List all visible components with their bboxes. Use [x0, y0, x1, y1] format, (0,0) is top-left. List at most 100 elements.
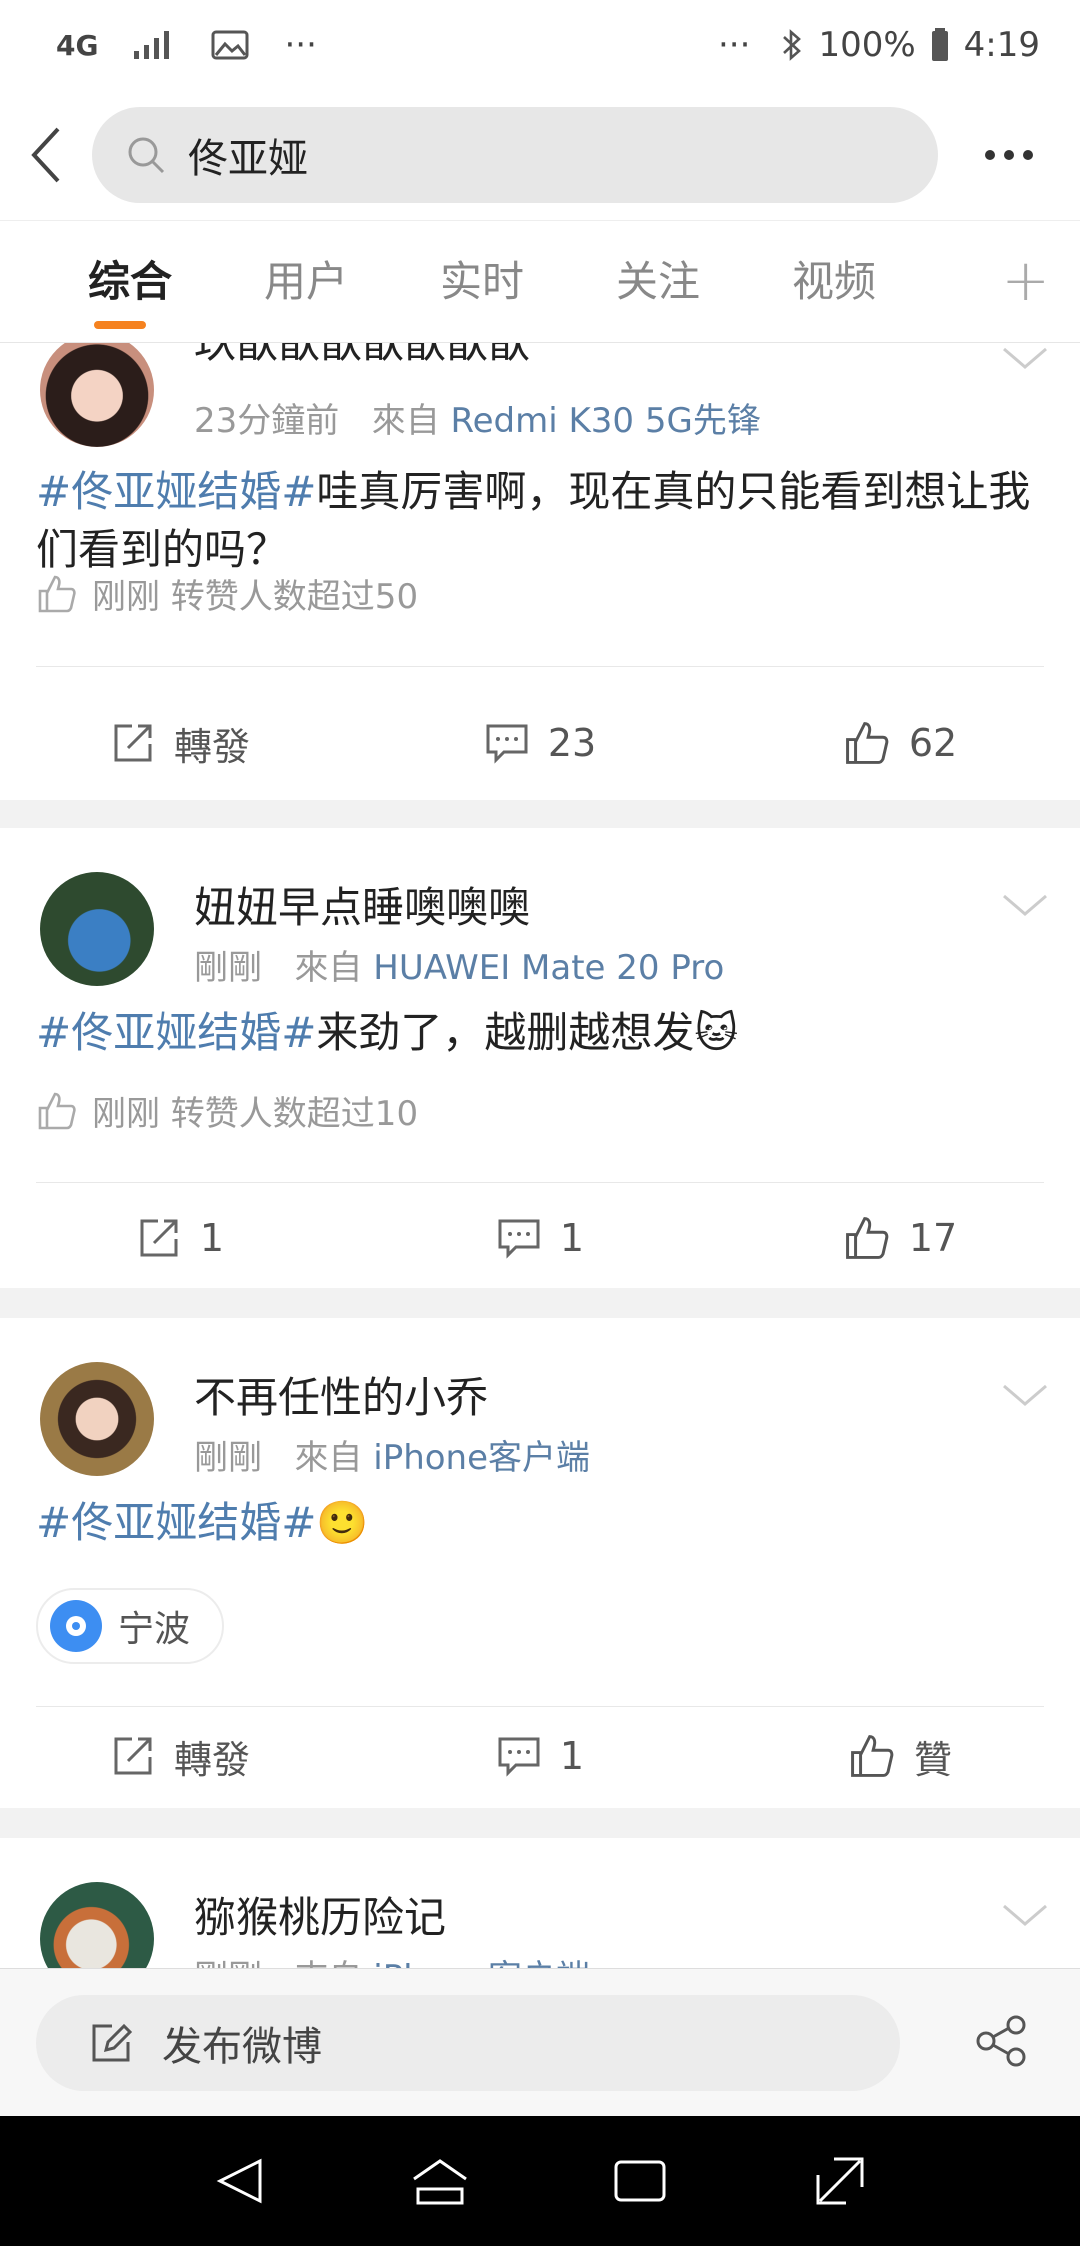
- status-left: 4G ···: [56, 25, 317, 65]
- tab-comprehensive[interactable]: 综合: [42, 220, 218, 343]
- tab-following[interactable]: 关注: [570, 220, 746, 343]
- post-text: #佟亚娅结婚#哇真厉害啊，现在真的只能看到想让我们看到的吗？: [36, 463, 1044, 579]
- chevron-down-icon[interactable]: [1000, 890, 1050, 920]
- like-info-text: 刚刚 转赞人数超过50: [92, 577, 419, 617]
- avatar[interactable]: [40, 343, 154, 447]
- post-body: 来劲了，越删越想发: [316, 1008, 695, 1057]
- repost-icon: [114, 724, 152, 762]
- post-card: 不再任性的小乔 剛剛 來自 iPhone客户端 #佟亚娅结婚#🙂 宁波 轉發 1: [0, 1318, 1080, 1808]
- tab-users[interactable]: 用户: [218, 220, 394, 343]
- avatar[interactable]: [40, 1882, 154, 1968]
- comment-button[interactable]: 1: [360, 1188, 720, 1288]
- location-pin-icon: [50, 1600, 102, 1652]
- comment-icon: [498, 1737, 540, 1777]
- battery-percent: 100%: [818, 25, 916, 65]
- repost-icon: [114, 1737, 152, 1775]
- nav-expand-button[interactable]: [795, 2136, 885, 2226]
- chevron-down-icon[interactable]: [1000, 1900, 1050, 1930]
- more-options-button[interactable]: [938, 90, 1080, 220]
- system-nav-bar: [0, 2116, 1080, 2246]
- battery-icon: [931, 28, 948, 61]
- hashtag-link[interactable]: #佟亚娅结婚#: [36, 1008, 316, 1057]
- username[interactable]: 不再任性的小乔: [194, 1364, 488, 1425]
- comment-button[interactable]: 1: [360, 1706, 720, 1806]
- gallery-icon: [211, 30, 249, 60]
- hashtag-link[interactable]: #佟亚娅结婚#: [36, 467, 316, 516]
- triangle-back-icon: [216, 2158, 262, 2204]
- from-label: 來自: [294, 1958, 362, 1968]
- repost-button[interactable]: 轉發: [0, 693, 360, 793]
- share-icon: [976, 2015, 1026, 2067]
- username[interactable]: 猕猴桃历险记: [194, 1884, 446, 1945]
- add-tab-button[interactable]: +: [1001, 221, 1050, 344]
- chevron-down-icon[interactable]: [1000, 1380, 1050, 1410]
- smile-emoji-icon: 🙂: [316, 1498, 369, 1547]
- like-label: 贊: [913, 1737, 952, 1782]
- clock: 4:19: [963, 25, 1040, 65]
- username[interactable]: 玖歆歆歆歆歆歆歆: [194, 343, 530, 370]
- chevron-down-icon[interactable]: [1000, 343, 1050, 373]
- post-time: 23分鐘前: [194, 401, 340, 441]
- like-button[interactable]: 贊: [720, 1706, 1080, 1806]
- post-time: 剛剛: [194, 948, 262, 988]
- nav-back-button[interactable]: [195, 2136, 285, 2226]
- hashtag-link[interactable]: #佟亚娅结婚#: [36, 1498, 316, 1547]
- repost-count: 1: [199, 1216, 225, 1260]
- post-text: #佟亚娅结婚#来劲了，越删越想发🐱: [36, 1004, 1044, 1062]
- cat-emoji-icon: 🐱: [694, 1008, 739, 1057]
- divider: [36, 666, 1044, 667]
- repost-button[interactable]: 1: [0, 1188, 360, 1288]
- post-meta: 剛剛 來自 HUAWEI Mate 20 Pro: [194, 940, 724, 989]
- avatar[interactable]: [40, 872, 154, 986]
- nav-recents-button[interactable]: [595, 2136, 685, 2226]
- feed: 玖歆歆歆歆歆歆歆 23分鐘前 來自 Redmi K30 5G先锋 #佟亚娅结婚#…: [0, 343, 1080, 1968]
- tab-realtime[interactable]: 实时: [394, 220, 570, 343]
- signal-icon: [134, 31, 170, 59]
- like-button[interactable]: 17: [720, 1188, 1080, 1288]
- compose-button[interactable]: 发布微博: [36, 1995, 900, 2091]
- post-source[interactable]: iPhone客户端: [373, 1438, 590, 1478]
- thumbs-up-icon: [38, 575, 76, 612]
- post-card: 妞妞早点睡噢噢噢 剛剛 來自 HUAWEI Mate 20 Pro #佟亚娅结婚…: [0, 828, 1080, 1288]
- back-button[interactable]: [0, 90, 92, 220]
- post-source[interactable]: HUAWEI Mate 20 Pro: [373, 948, 724, 988]
- network-label: 4G: [56, 28, 99, 62]
- post-time: 剛剛: [194, 1958, 262, 1968]
- like-count: 62: [908, 721, 958, 765]
- post-actions: 轉發 23 62: [0, 693, 1080, 793]
- post-card: 猕猴桃历险记 剛剛 來自 iPhone客户端: [0, 1838, 1080, 1968]
- back-arrow-icon: [31, 127, 60, 183]
- location-name: 宁波: [118, 1609, 191, 1650]
- like-button[interactable]: 62: [720, 693, 1080, 793]
- post-source[interactable]: iPhone客户端: [373, 1958, 590, 1968]
- location-tag[interactable]: 宁波: [36, 1588, 225, 1664]
- post-card: 玖歆歆歆歆歆歆歆 23分鐘前 來自 Redmi K30 5G先锋 #佟亚娅结婚#…: [0, 343, 1080, 800]
- recents-icon: [614, 2160, 666, 2202]
- like-info-text: 刚刚 转赞人数超过10: [92, 1094, 419, 1134]
- repost-button[interactable]: 轉發: [0, 1706, 360, 1806]
- avatar[interactable]: [40, 1362, 154, 1476]
- more-dot: [1004, 150, 1014, 160]
- like-info: 刚刚 转赞人数超过50: [36, 569, 418, 618]
- search-tabs: 综合 用户 实时 关注 视频 +: [0, 220, 1080, 343]
- comment-count: 1: [559, 1734, 585, 1778]
- search-icon: [128, 137, 165, 174]
- post-source[interactable]: Redmi K30 5G先锋: [451, 401, 761, 441]
- post-meta: 剛剛 來自 iPhone客户端: [194, 1430, 590, 1479]
- thumbs-up-icon: [851, 1735, 894, 1777]
- more-dot: [1023, 150, 1033, 160]
- divider: [36, 1182, 1044, 1183]
- search-input[interactable]: 佟亚娅: [92, 107, 938, 203]
- from-label: 來自: [294, 1438, 363, 1478]
- thumbs-up-icon: [38, 1092, 76, 1129]
- post-text: #佟亚娅结婚#🙂: [36, 1494, 1044, 1552]
- share-button[interactable]: [974, 2013, 1030, 2073]
- comment-count: 1: [559, 1216, 585, 1260]
- repost-icon: [140, 1219, 178, 1257]
- nav-home-button[interactable]: [395, 2136, 485, 2226]
- comment-button[interactable]: 23: [360, 693, 720, 793]
- username[interactable]: 妞妞早点睡噢噢噢: [194, 874, 530, 935]
- tab-video[interactable]: 视频: [746, 220, 922, 343]
- status-more-dots: ···: [284, 25, 317, 65]
- like-info: 刚刚 转赞人数超过10: [36, 1086, 418, 1135]
